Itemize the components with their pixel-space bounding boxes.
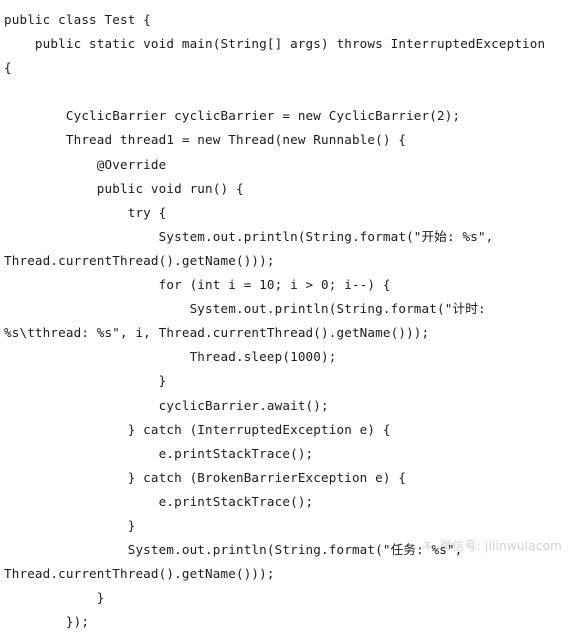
code-block: public class Test { public static void m… (0, 0, 568, 629)
code-line: Thread.sleep(1000); (4, 349, 337, 365)
code-line: } (4, 373, 167, 389)
code-line: try { (4, 204, 167, 220)
code-line: } (4, 517, 136, 533)
code-line: Thread.currentThread().getName())); (4, 566, 275, 582)
code-line: for (int i = 10; i > 0; i--) { (4, 277, 391, 293)
code-line: e.printStackTrace(); (4, 445, 314, 461)
code-line: System.out.println(String.format("任务: %s… (4, 542, 463, 558)
code-line: } catch (BrokenBarrierException e) { (4, 469, 407, 485)
code-line: public class Test { (4, 12, 151, 27)
code-line: }); (4, 614, 90, 630)
code-line: public void run() { (4, 180, 244, 196)
code-line: Thread.currentThread().getName())); (4, 252, 275, 268)
code-line: @Override (4, 156, 167, 172)
code-line: CyclicBarrier cyclicBarrier = new Cyclic… (4, 108, 461, 124)
code-line: } (4, 590, 105, 606)
code-line: System.out.println(String.format("开始: %s… (4, 228, 494, 244)
code-line: } catch (InterruptedException e) { (4, 421, 391, 437)
code-line: %s\tthread: %s", i, Thread.currentThread… (4, 325, 430, 341)
code-line: System.out.println(String.format("计时: (4, 301, 486, 317)
code-line: public static void main(String[] args) t… (4, 36, 546, 52)
code-line: e.printStackTrace(); (4, 493, 314, 509)
code-line: Thread thread1 = new Thread(new Runnable… (4, 132, 407, 148)
code-line: cyclicBarrier.await(); (4, 397, 329, 413)
code-line: { (4, 60, 12, 76)
